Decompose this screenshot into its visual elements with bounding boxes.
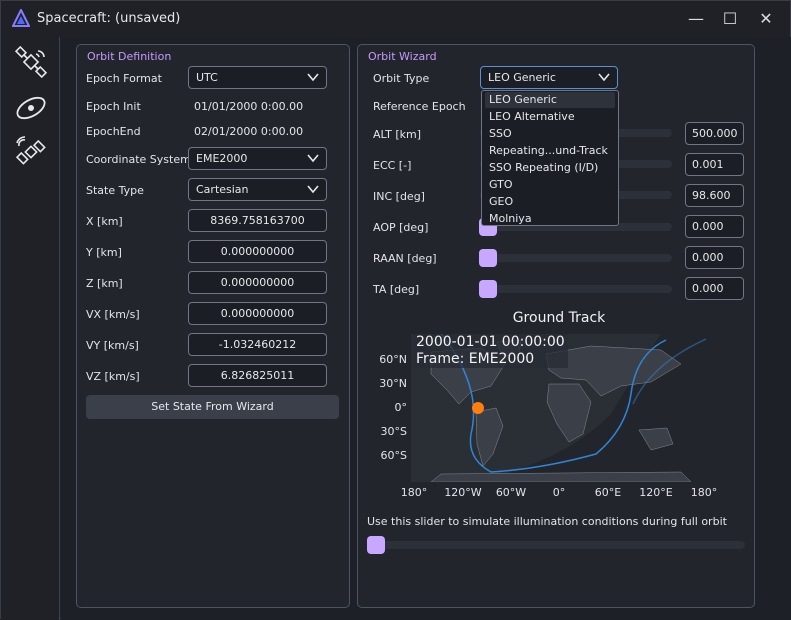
- overlay-time: 2000-01-01 00:00:00: [416, 334, 565, 350]
- ecc-label: ECC [-]: [373, 159, 412, 172]
- inc-input[interactable]: 98.600: [685, 184, 744, 207]
- orbit-definition-title: Orbit Definition: [84, 50, 175, 63]
- orbit-wizard-title: Orbit Wizard: [365, 50, 440, 63]
- maximize-button[interactable]: ☐: [715, 7, 745, 31]
- reference-epoch-label: Reference Epoch: [373, 100, 466, 113]
- coordinate-system-select[interactable]: EME2000: [188, 147, 327, 170]
- alt-input[interactable]: 500.000: [685, 122, 744, 145]
- state-z-label: Z [km]: [86, 277, 123, 290]
- inc-label: INC [deg]: [373, 190, 425, 203]
- orbit-type-select[interactable]: LEO Generic: [480, 66, 618, 89]
- epoch-format-label: Epoch Format: [86, 72, 162, 85]
- window-title: Spacecraft: (unsaved): [37, 11, 181, 26]
- lat-label: 0°: [394, 401, 408, 414]
- ecc-input[interactable]: 0.001: [685, 153, 744, 176]
- dropdown-option[interactable]: SSO: [485, 126, 615, 142]
- epoch-end-label: EpochEnd: [86, 125, 141, 138]
- epoch-format-value: UTC: [196, 71, 218, 84]
- state-y-input[interactable]: 0.000000000: [188, 240, 327, 263]
- ta-slider[interactable]: [480, 285, 672, 293]
- lat-label: 60°S: [380, 449, 407, 462]
- dropdown-option[interactable]: GEO: [485, 194, 615, 210]
- lon-label: 120°W: [444, 486, 482, 499]
- raan-label: RAAN [deg]: [373, 252, 437, 265]
- epoch-end-value: 02/01/2000 0:00.00: [194, 125, 304, 138]
- state-vz-label: VZ [km/s]: [86, 370, 140, 383]
- raan-input[interactable]: 0.000: [685, 246, 744, 269]
- state-vx-input[interactable]: 0.000000000: [188, 302, 327, 325]
- state-z-input[interactable]: 0.000000000: [188, 271, 327, 294]
- state-y-label: Y [km]: [86, 246, 122, 259]
- app-window: Spacecraft: (unsaved) — ☐ ✕ Orbit Defini…: [0, 0, 791, 620]
- dropdown-option[interactable]: Repeating...und-Track: [485, 143, 615, 159]
- lon-label: 60°W: [495, 486, 527, 499]
- illumination-hint: Use this slider to simulate illumination…: [367, 515, 727, 528]
- state-type-label: State Type: [86, 184, 144, 197]
- lon-label: 60°E: [594, 486, 622, 499]
- left-sidebar: [1, 37, 60, 620]
- state-vy-label: VY [km/s]: [86, 339, 139, 352]
- epoch-format-select[interactable]: UTC: [188, 66, 327, 89]
- state-x-label: X [km]: [86, 215, 123, 228]
- ta-slider-handle[interactable]: [479, 280, 497, 298]
- epoch-init-value: 01/01/2000 0:00.00: [194, 100, 304, 113]
- dropdown-option[interactable]: Molniya: [485, 211, 615, 227]
- dropdown-option[interactable]: SSO Repeating (I/D): [485, 160, 615, 176]
- lon-label: 120°E: [639, 486, 673, 499]
- orbit-type-value: LEO Generic: [488, 71, 556, 84]
- aop-label: AOP [deg]: [373, 221, 429, 234]
- lon-label: 0°: [552, 486, 566, 499]
- chevron-down-icon: [307, 185, 319, 194]
- chevron-down-icon: [307, 73, 319, 82]
- ground-track-overlay: 2000-01-01 00:00:00 Frame: EME2000: [413, 334, 568, 368]
- satellite-dish-icon[interactable]: [14, 135, 48, 169]
- coordinate-system-label: Coordinate System: [86, 153, 191, 166]
- raan-slider[interactable]: [480, 254, 672, 262]
- lat-label: 30°S: [380, 425, 407, 438]
- ta-label: TA [deg]: [373, 283, 420, 296]
- state-vz-input[interactable]: 6.826825011: [188, 364, 327, 387]
- title-bar: Spacecraft: (unsaved) — ☐ ✕: [1, 1, 790, 37]
- chevron-down-icon: [307, 154, 319, 163]
- illumination-slider-handle[interactable]: [367, 536, 385, 554]
- overlay-frame: Frame: EME2000: [416, 351, 535, 367]
- lon-label: 180°: [400, 486, 428, 499]
- orbit-icon[interactable]: [14, 91, 48, 125]
- coordinate-system-value: EME2000: [196, 152, 248, 165]
- state-vy-input[interactable]: -1.032460212: [188, 333, 327, 356]
- satellite-icon[interactable]: [14, 45, 48, 79]
- state-type-value: Cartesian: [196, 183, 249, 196]
- dropdown-option[interactable]: GTO: [485, 177, 615, 193]
- ground-track-title: Ground Track: [512, 310, 606, 326]
- ta-input[interactable]: 0.000: [685, 277, 744, 300]
- raan-slider-handle[interactable]: [479, 249, 497, 267]
- chevron-down-icon: [598, 73, 610, 82]
- state-type-select[interactable]: Cartesian: [188, 178, 327, 201]
- alt-label: ALT [km]: [373, 128, 422, 141]
- lat-label: 30°N: [379, 377, 407, 390]
- app-logo-icon: [12, 9, 30, 27]
- dropdown-option[interactable]: LEO Alternative: [485, 109, 615, 125]
- illumination-slider[interactable]: [367, 541, 745, 549]
- orbit-type-dropdown: LEO Generic LEO Alternative SSO Repeatin…: [481, 90, 619, 226]
- orbit-type-label: Orbit Type: [373, 72, 430, 85]
- set-state-from-wizard-button[interactable]: Set State From Wizard: [86, 395, 339, 419]
- lat-label: 60°N: [379, 353, 407, 366]
- state-x-input[interactable]: 8369.758163700: [188, 209, 327, 232]
- spacecraft-marker: [472, 402, 484, 414]
- lon-label: 180°: [690, 486, 718, 499]
- dropdown-option[interactable]: LEO Generic: [485, 92, 615, 108]
- minimize-button[interactable]: —: [681, 7, 711, 31]
- aop-input[interactable]: 0.000: [685, 215, 744, 238]
- state-vx-label: VX [km/s]: [86, 308, 140, 321]
- close-button[interactable]: ✕: [751, 7, 781, 31]
- epoch-init-label: Epoch Init: [86, 100, 141, 113]
